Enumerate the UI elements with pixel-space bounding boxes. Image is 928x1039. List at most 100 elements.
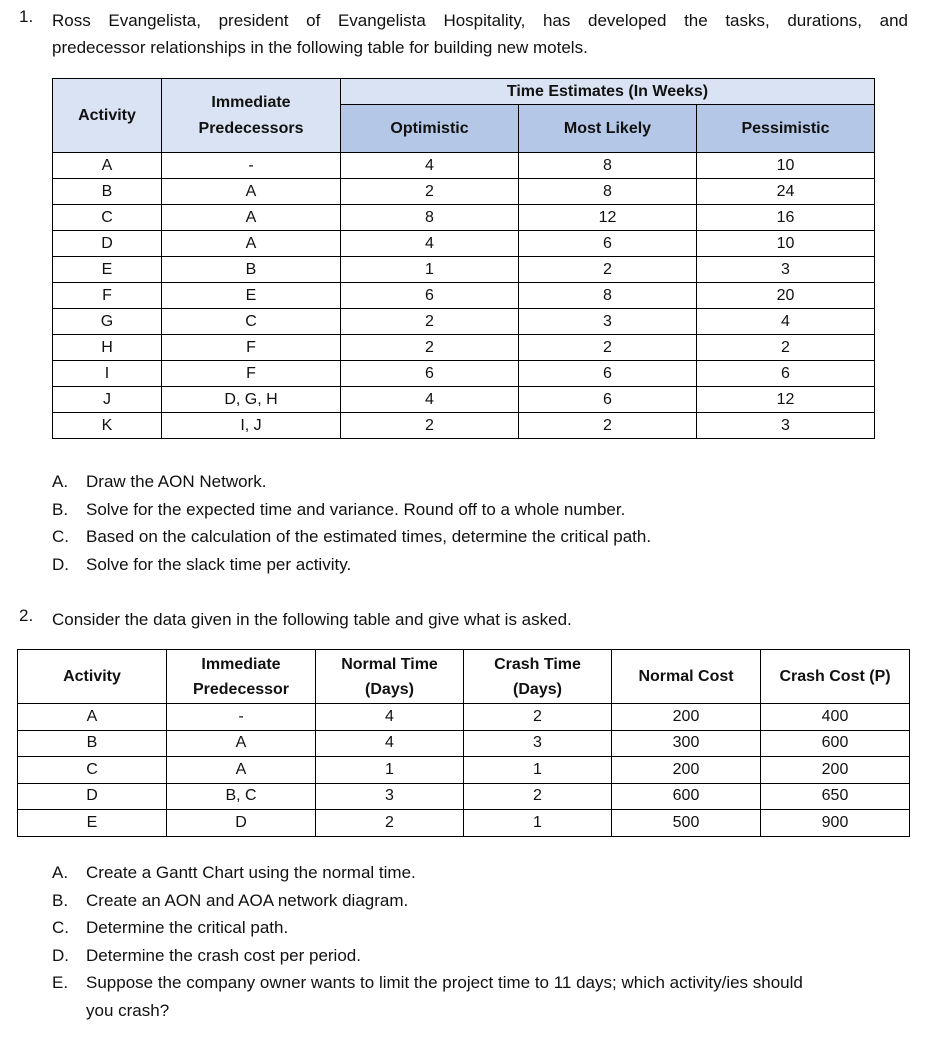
cell-crash-time: 2 (463, 703, 612, 731)
header-crash-time: Crash Time (Days) (463, 649, 612, 704)
cell-predecessor: A (166, 729, 316, 757)
task-letter: C. (52, 527, 69, 546)
cell-pessimistic: 6 (696, 360, 875, 387)
task-text: Create an AON and AOA network diagram. (86, 890, 409, 910)
time-estimates-table: Activity Immediate Predecessors Time Est… (52, 78, 875, 439)
cell-most-likely: 8 (518, 282, 697, 309)
cell-pessimistic: 24 (696, 178, 875, 205)
crashing-table: Activity Immediate Predecessor Normal Ti… (17, 649, 910, 837)
cell-most-likely: 3 (518, 308, 697, 335)
table-row: J D, G, H 4 6 12 (52, 386, 875, 413)
header-most-likely: Most Likely (518, 104, 697, 153)
header-immediate-predecessor: Immediate Predecessor (166, 649, 316, 704)
task-text: Determine the crash cost per period. (86, 945, 361, 965)
cell-activity: C (17, 756, 167, 784)
cell-predecessors: F (161, 360, 341, 387)
cell-activity: B (17, 729, 167, 757)
cell-activity: G (52, 308, 162, 335)
cell-activity: C (52, 204, 162, 231)
cell-optimistic: 4 (340, 386, 519, 413)
task-item: B. Create an AON and AOA network diagram. (52, 887, 803, 915)
task-item: C. Based on the calculation of the estima… (52, 523, 651, 551)
cell-pessimistic: 16 (696, 204, 875, 231)
question-2-tasks: A. Create a Gantt Chart using the normal … (52, 859, 803, 1024)
cell-pessimistic: 2 (696, 334, 875, 361)
cell-pessimistic: 20 (696, 282, 875, 309)
header-optimistic: Optimistic (340, 104, 519, 153)
table-row: IF666 (52, 360, 875, 387)
cell-activity: H (52, 334, 162, 361)
table-row: D A 4 6 10 (52, 230, 875, 257)
task-item: A. Create a Gantt Chart using the normal … (52, 859, 803, 887)
cell-normal-time: 3 (315, 782, 464, 810)
task-item: E. Suppose the company owner wants to lim… (52, 969, 803, 997)
table-row: C A 1 1 200 200 (17, 756, 910, 784)
cell-activity: B (52, 178, 162, 205)
header-crash-cost: Crash Cost (P) (760, 649, 910, 704)
header-normal-cost: Normal Cost (611, 649, 761, 704)
task-letter: D. (52, 554, 69, 574)
table-row: GC234 (52, 308, 875, 335)
cell-normal-time: 4 (315, 729, 464, 757)
header-pred-line2: Predecessor (192, 680, 290, 698)
header-time-estimates: Time Estimates (In Weeks) (340, 78, 875, 105)
cell-crash-cost: 600 (760, 729, 910, 757)
task-item: D. Determine the crash cost per period. (52, 942, 803, 970)
header-activity: Activity (52, 78, 162, 153)
cell-activity: E (17, 809, 167, 837)
table-row: B A 4 3 300 600 (17, 729, 910, 757)
table-row: HF222 (52, 334, 875, 361)
cell-predecessors: I, J (161, 412, 341, 439)
cell-pessimistic: 3 (696, 412, 875, 439)
cell-normal-time: 4 (315, 703, 464, 731)
cell-pessimistic: 12 (696, 386, 875, 413)
cell-predecessors: D, G, H (161, 386, 341, 413)
cell-predecessors: C (161, 308, 341, 335)
header-normal-time-line2: (Days) (365, 680, 414, 698)
cell-pessimistic: 4 (696, 308, 875, 335)
header-crash-time-line2: (Days) (513, 680, 562, 698)
table-row: A -4 8 10 (52, 152, 875, 179)
cell-crash-time: 3 (463, 729, 612, 757)
cell-pessimistic: 10 (696, 152, 875, 179)
task-item: A. Draw the AON Network. (52, 468, 651, 496)
cell-pessimistic: 3 (696, 256, 875, 283)
task-text: Solve for the expected time and variance… (86, 499, 626, 519)
table-row: A -4 2 200 400 (17, 703, 910, 731)
task-text-continuation: you crash? (86, 1000, 170, 1020)
cell-activity: E (52, 256, 162, 283)
task-text: Solve for the slack time per activity. (86, 554, 352, 574)
cell-most-likely: 2 (518, 334, 697, 361)
cell-activity: I (52, 360, 162, 387)
task-text: Suppose the company owner wants to limit… (86, 973, 803, 992)
task-item-continuation: you crash? (52, 997, 803, 1025)
cell-activity: A (52, 152, 162, 179)
header-activity: Activity (17, 649, 167, 704)
cell-pessimistic: 10 (696, 230, 875, 257)
cell-optimistic: 4 (340, 230, 519, 257)
table-row: EB123 (52, 256, 875, 283)
task-letter: A. (52, 472, 69, 491)
task-item: B. Solve for the expected time and varian… (52, 496, 651, 524)
cell-predecessor: - (166, 703, 316, 731)
question-1-number: 1. (19, 7, 34, 26)
cell-activity: F (52, 282, 162, 309)
cell-normal-cost: 300 (611, 729, 761, 757)
header-pred-line1: Immediate (201, 655, 281, 673)
task-letter: C. (52, 918, 69, 937)
task-letter: E. (52, 973, 69, 992)
task-letter: D. (52, 945, 69, 965)
cell-predecessors: - (161, 152, 341, 179)
question-2-number: 2. (19, 606, 34, 625)
table-row: D B, C 3 2 600 650 (17, 782, 910, 810)
header-immediate-predecessors: Immediate Predecessors (161, 78, 341, 153)
cell-most-likely: 6 (518, 386, 697, 413)
header-pred-line1: Immediate (211, 93, 291, 111)
task-text: Draw the AON Network. (86, 472, 267, 491)
cell-crash-time: 1 (463, 809, 612, 837)
header-normal-time: Normal Time (Days) (315, 649, 464, 704)
cell-optimistic: 2 (340, 334, 519, 361)
table-row: C A 8 12 16 (52, 204, 875, 231)
cell-most-likely: 2 (518, 256, 697, 283)
task-text: Based on the calculation of the estimate… (86, 527, 652, 546)
